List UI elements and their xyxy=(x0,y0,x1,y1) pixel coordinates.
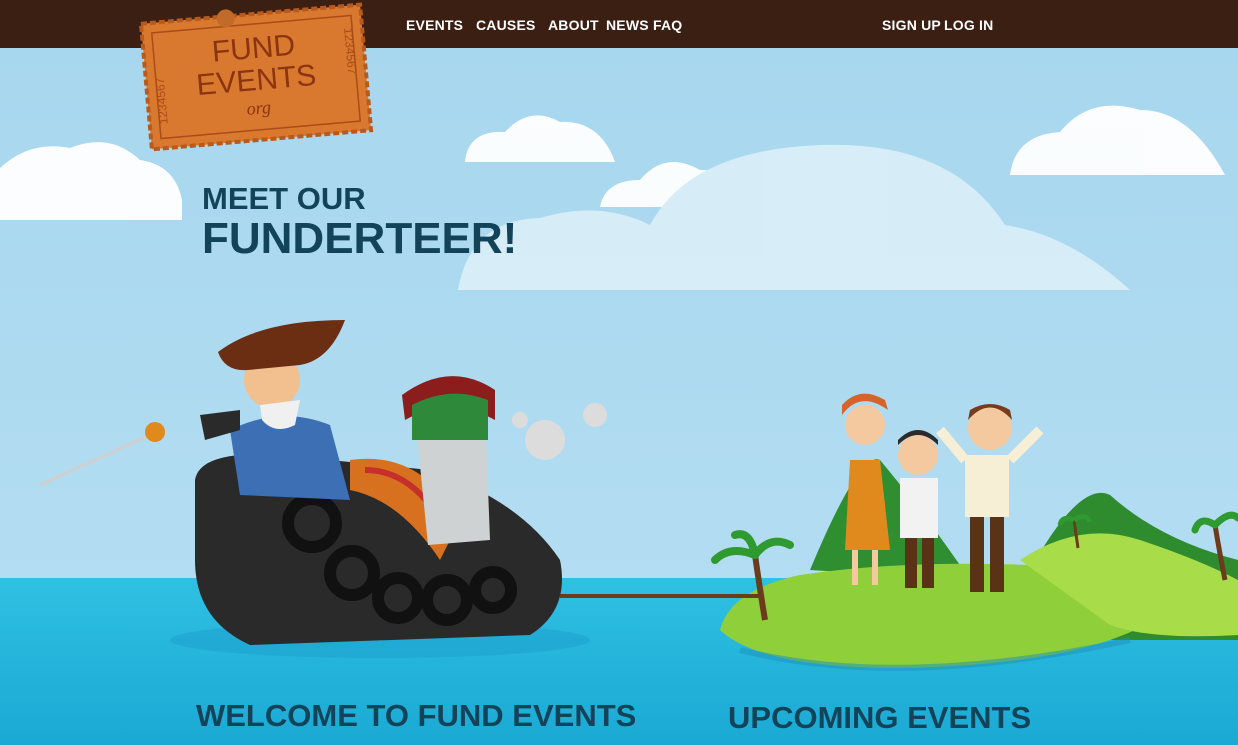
nav-causes[interactable]: CAUSES xyxy=(476,17,536,33)
nav-about[interactable]: ABOUT xyxy=(548,17,599,33)
hero-line-2: FUNDERTEER! xyxy=(202,214,518,263)
hero-headline: MEET OUR FUNDERTEER! xyxy=(202,182,517,262)
cloud-small-mid xyxy=(465,115,615,162)
nav-events[interactable]: EVENTS xyxy=(406,17,463,33)
logo-line-3: org xyxy=(246,97,272,119)
fundevents-logo[interactable]: 1234567 1234567 FUND EVENTS org xyxy=(130,0,381,158)
sign-up-link[interactable]: SIGN UP xyxy=(882,17,941,33)
ticket-logo-graphic: 1234567 1234567 FUND EVENTS org xyxy=(138,2,374,152)
nav-news[interactable]: NEWS xyxy=(606,17,649,33)
nav-faq[interactable]: FAQ xyxy=(653,17,682,33)
upcoming-events-heading: UPCOMING EVENTS xyxy=(728,700,1032,735)
welcome-heading: WELCOME TO FUND EVENTS xyxy=(196,698,637,733)
funderteer-boat xyxy=(39,320,607,658)
hero-line-1: MEET OUR xyxy=(202,181,366,216)
cloud-right xyxy=(1010,105,1225,175)
log-in-link[interactable]: LOG IN xyxy=(944,17,993,33)
